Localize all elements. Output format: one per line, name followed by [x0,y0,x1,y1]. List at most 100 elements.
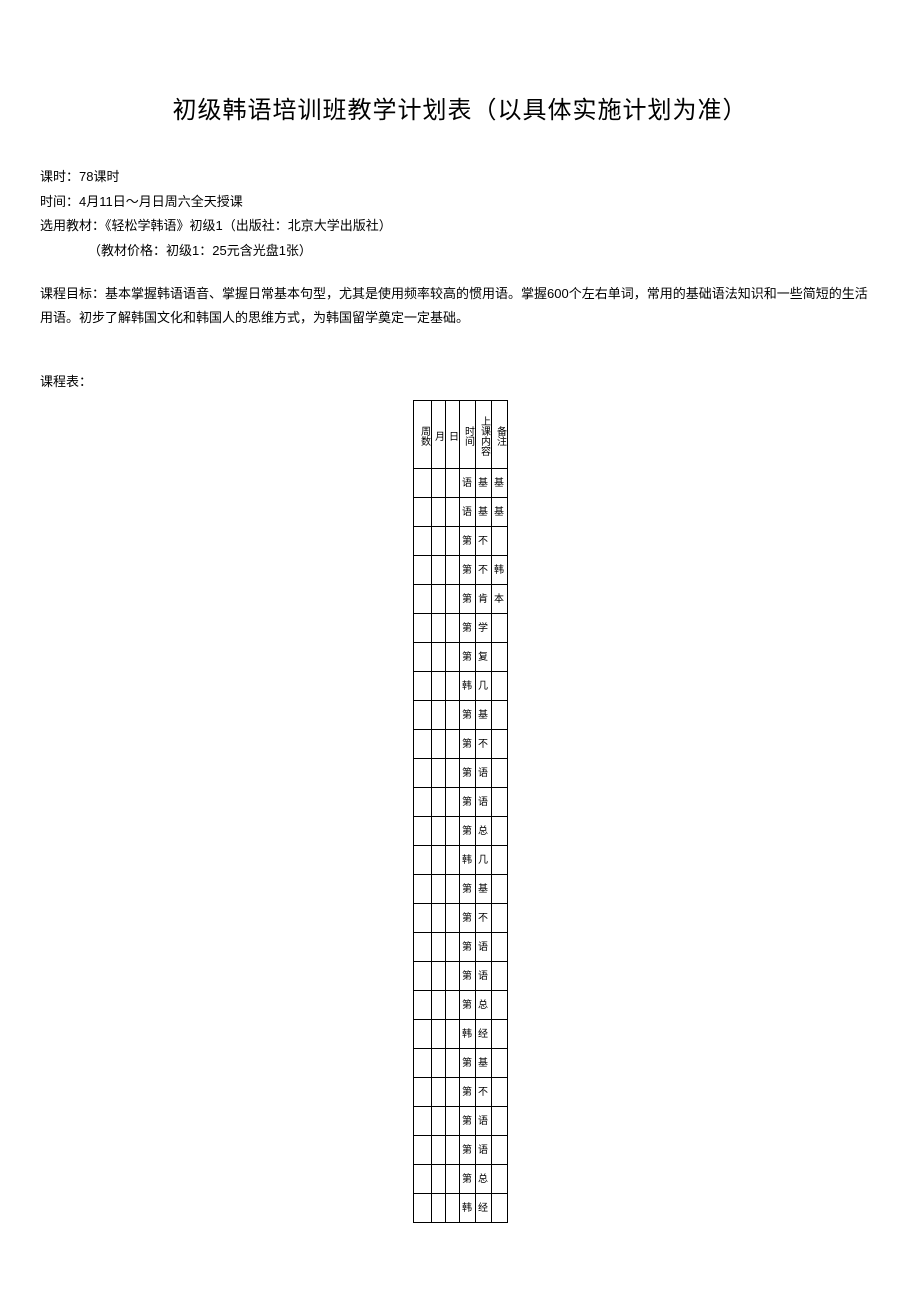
table-row: 韩几 [413,672,507,701]
table-row: 第语 [413,1107,507,1136]
table-cell [445,1020,459,1049]
table-cell [413,614,431,643]
table-cell [413,846,431,875]
table-row: 第基 [413,1049,507,1078]
table-cell: 第 [459,1049,475,1078]
table-cell [431,585,445,614]
table-cell: 第 [459,991,475,1020]
table-cell [413,1049,431,1078]
info-textbook: 选用教材：《轻松学韩语》初级1（出版社：北京大学出版社） [40,214,880,239]
table-cell [445,469,459,498]
table-cell: 总 [475,991,491,1020]
table-cell: 第 [459,962,475,991]
table-cell [431,1165,445,1194]
table-cell [431,672,445,701]
table-row: 第基 [413,701,507,730]
table-cell: 基 [491,469,507,498]
table-cell [413,1078,431,1107]
table-cell: 不 [475,1078,491,1107]
table-row: 第语 [413,962,507,991]
table-cell [491,788,507,817]
table-cell [413,701,431,730]
table-cell [445,1165,459,1194]
table-cell [491,672,507,701]
table-cell [413,991,431,1020]
table-cell [445,788,459,817]
info-hours: 课时：78课时 [40,165,880,190]
table-cell [491,933,507,962]
table-cell [491,730,507,759]
table-cell: 学 [475,614,491,643]
table-cell [431,643,445,672]
table-cell [431,469,445,498]
table-cell [491,1165,507,1194]
table-cell: 第 [459,730,475,759]
table-row: 韩几 [413,846,507,875]
table-row: 韩经 [413,1020,507,1049]
table-cell: 语 [475,933,491,962]
table-cell: 第 [459,1078,475,1107]
table-cell: 本 [491,585,507,614]
table-cell [413,585,431,614]
table-cell [431,556,445,585]
table-row: 第不 [413,1078,507,1107]
table-row: 语基基 [413,469,507,498]
table-cell [431,991,445,1020]
table-cell: 第 [459,585,475,614]
table-header-row: 周数 月 日 时间 上课内容 备注 [413,401,507,469]
table-cell: 不 [475,730,491,759]
table-cell [445,1107,459,1136]
info-price: （教材价格：初级1：25元含光盘1张） [40,239,880,264]
table-cell [491,1049,507,1078]
table-cell: 第 [459,933,475,962]
table-cell [491,904,507,933]
table-cell: 第 [459,643,475,672]
schedule-wrap: 周数 月 日 时间 上课内容 备注 语基基语基基第不第不韩第肯本第学第复韩几第基… [40,400,880,1223]
table-cell: 语 [475,962,491,991]
table-cell: 韩 [491,556,507,585]
table-row: 第语 [413,933,507,962]
table-row: 第语 [413,1136,507,1165]
table-cell [431,527,445,556]
table-cell [431,875,445,904]
table-cell: 基 [475,498,491,527]
table-cell: 第 [459,556,475,585]
table-cell [431,1049,445,1078]
table-cell: 语 [459,469,475,498]
table-cell [431,1078,445,1107]
table-cell [431,730,445,759]
table-cell: 第 [459,875,475,904]
table-row: 第总 [413,991,507,1020]
table-cell [445,556,459,585]
table-cell: 语 [475,1136,491,1165]
th-time: 时间 [459,401,475,469]
table-cell: 第 [459,904,475,933]
table-cell [491,759,507,788]
table-cell: 不 [475,527,491,556]
table-cell [445,498,459,527]
table-cell: 第 [459,614,475,643]
table-cell [445,991,459,1020]
schedule-table: 周数 月 日 时间 上课内容 备注 语基基语基基第不第不韩第肯本第学第复韩几第基… [413,400,508,1223]
th-day: 日 [445,401,459,469]
table-cell [445,817,459,846]
table-cell [491,1020,507,1049]
table-cell: 韩 [459,846,475,875]
table-cell [445,643,459,672]
table-cell [413,1136,431,1165]
table-cell [491,1078,507,1107]
table-cell: 基 [475,1049,491,1078]
table-cell [413,730,431,759]
table-cell [491,962,507,991]
table-cell: 韩 [459,1194,475,1223]
table-cell [491,1194,507,1223]
table-cell: 韩 [459,1020,475,1049]
table-row: 第不 [413,730,507,759]
table-cell [445,1049,459,1078]
table-cell [413,1165,431,1194]
table-cell [431,817,445,846]
table-row: 第学 [413,614,507,643]
table-row: 第总 [413,1165,507,1194]
table-cell [431,904,445,933]
table-cell [431,498,445,527]
